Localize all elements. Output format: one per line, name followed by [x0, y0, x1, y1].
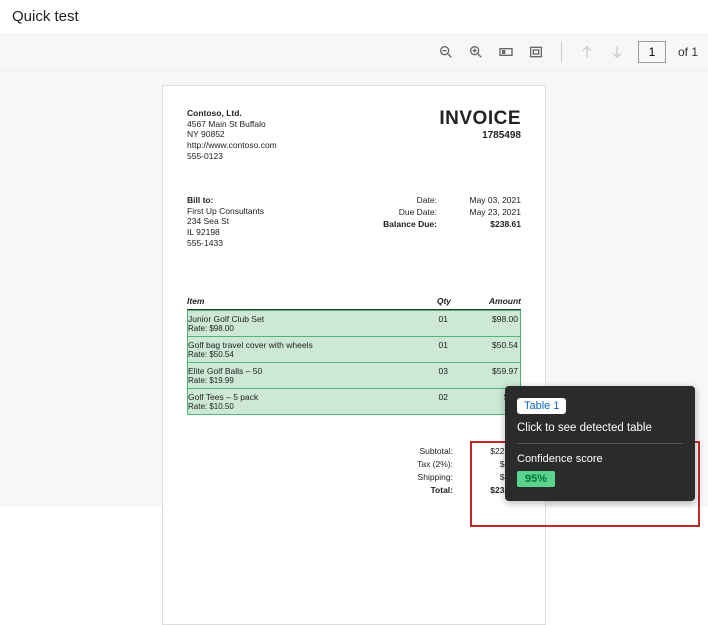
bill-to-phone: 555-1433 [187, 238, 264, 249]
document-page[interactable]: Contoso, Ltd. 4567 Main St Buffalo NY 90… [162, 85, 546, 625]
item-amount: $98.00 [450, 314, 520, 333]
from-url: http://www.contoso.com [187, 140, 277, 151]
toolbar-divider [561, 41, 562, 63]
detected-table-highlight[interactable]: Junior Golf Club SetRate: $98.00 01 $98.… [187, 310, 521, 415]
item-rate: Rate: $10.50 [188, 402, 404, 411]
total-label: Total: [393, 484, 453, 497]
shipping-label: Shipping: [393, 471, 453, 484]
item-qty: 02 [404, 392, 450, 411]
from-street: 4567 Main St Buffalo [187, 119, 277, 130]
item-qty: 01 [404, 314, 450, 333]
fit-width-icon[interactable] [497, 43, 515, 61]
prev-page-icon[interactable] [578, 43, 596, 61]
balance-label: Balance Due: [377, 219, 437, 231]
confidence-label: Confidence score [517, 453, 683, 465]
col-qty-header: Qty [405, 296, 451, 306]
item-qty: 03 [404, 366, 450, 385]
bill-to-block: Bill to: First Up Consultants 234 Sea St… [187, 195, 264, 248]
document-viewport: Contoso, Ltd. 4567 Main St Buffalo NY 90… [0, 71, 708, 507]
from-city: NY 90852 [187, 129, 277, 140]
viewer-toolbar: 1 of 1 [0, 33, 708, 71]
table-badge[interactable]: Table 1 [517, 398, 566, 414]
item-rate: Rate: $19.99 [188, 376, 404, 385]
invoice-number: 1785498 [439, 130, 521, 141]
bill-to-label: Bill to: [187, 195, 264, 206]
date-label: Date: [377, 195, 437, 207]
item-rate: Rate: $50.54 [188, 350, 404, 359]
invoice-heading: INVOICE 1785498 [439, 108, 521, 161]
bill-to-city: IL 92198 [187, 227, 264, 238]
from-address: Contoso, Ltd. 4567 Main St Buffalo NY 90… [187, 108, 277, 161]
bill-to-name: First Up Consultants [187, 206, 264, 217]
dates-block: Date:May 03, 2021 Due Date:May 23, 2021 … [377, 195, 521, 248]
item-rate: Rate: $98.00 [188, 324, 404, 333]
item-name: Golf Tees – 5 pack [188, 392, 404, 402]
table-row: Elite Golf Balls – 50Rate: $19.99 03 $59… [188, 363, 520, 389]
date-value: May 03, 2021 [461, 195, 521, 207]
page-title: Quick test [0, 0, 708, 33]
table-row: Golf bag travel cover with wheelsRate: $… [188, 337, 520, 363]
tooltip-click-text: Click to see detected table [517, 422, 683, 434]
table-row: Junior Golf Club SetRate: $98.00 01 $98.… [188, 311, 520, 337]
zoom-in-icon[interactable] [467, 43, 485, 61]
invoice-title: INVOICE [439, 108, 521, 130]
item-name: Junior Golf Club Set [188, 314, 404, 324]
line-items-table: Item Qty Amount Junior Golf Club SetRate… [187, 296, 521, 415]
confidence-value-badge: 95% [517, 471, 555, 487]
due-label: Due Date: [377, 207, 437, 219]
balance-value: $238.61 [461, 219, 521, 231]
item-amount: $50.54 [450, 340, 520, 359]
item-amount: $59.97 [450, 366, 520, 385]
from-name: Contoso, Ltd. [187, 108, 277, 119]
item-qty: 01 [404, 340, 450, 359]
due-value: May 23, 2021 [461, 207, 521, 219]
table-row: Golf Tees – 5 packRate: $10.50 02 $21 [188, 389, 520, 414]
item-name: Golf bag travel cover with wheels [188, 340, 404, 350]
bill-to-street: 234 Sea St [187, 216, 264, 227]
page-number-input[interactable]: 1 [638, 41, 666, 63]
tax-label: Tax (2%): [393, 458, 453, 471]
next-page-icon[interactable] [608, 43, 626, 61]
from-phone: 555-0123 [187, 151, 277, 162]
col-item-header: Item [187, 296, 405, 306]
page-total-label: of 1 [678, 45, 698, 59]
tooltip-divider [517, 443, 683, 444]
zoom-out-icon[interactable] [437, 43, 455, 61]
totals-block: Subtotal:$229.51 Tax (2%):$4.60 Shipping… [187, 445, 521, 496]
fit-page-icon[interactable] [527, 43, 545, 61]
item-name: Elite Golf Balls – 50 [188, 366, 404, 376]
col-amount-header: Amount [451, 296, 521, 306]
subtotal-label: Subtotal: [393, 445, 453, 458]
detected-table-tooltip[interactable]: Table 1 Click to see detected table Conf… [505, 386, 695, 501]
